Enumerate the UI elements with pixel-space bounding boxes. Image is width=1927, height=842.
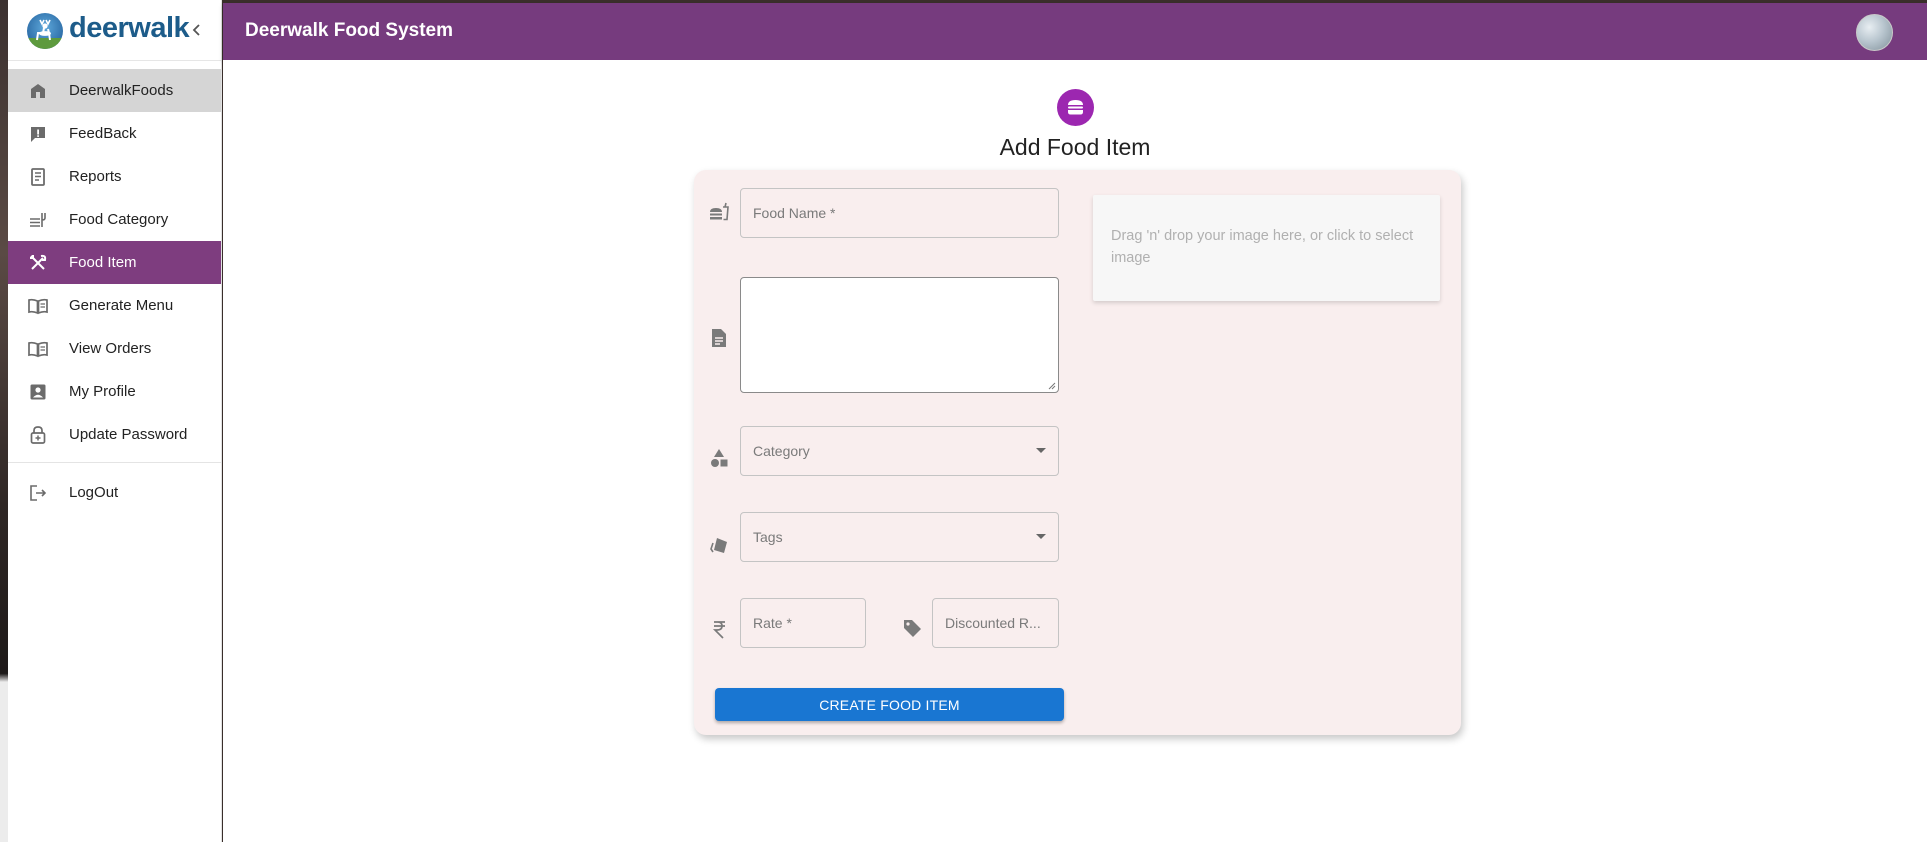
- sidebar-item-label: View Orders: [69, 340, 152, 357]
- sidebar-nav: DeerwalkFoods FeedBack Reports Food Cate…: [8, 61, 221, 514]
- tags-select[interactable]: Tags: [740, 512, 1059, 562]
- rate-placeholder: Rate *: [753, 615, 792, 631]
- image-dropzone[interactable]: Drag 'n' drop your image here, or click …: [1093, 195, 1440, 301]
- food-name-field[interactable]: Food Name *: [740, 188, 1059, 238]
- logo-bar: deerwalk: [8, 0, 221, 61]
- sidebar-item-view-orders[interactable]: View Orders: [8, 327, 221, 370]
- create-food-item-button[interactable]: CREATE FOOD ITEM: [715, 688, 1064, 721]
- sidebar-item-reports[interactable]: Reports: [8, 155, 221, 198]
- app-header: Deerwalk Food System: [223, 3, 1927, 60]
- page-title: Add Food Item: [999, 134, 1151, 160]
- food-name-placeholder: Food Name *: [753, 205, 836, 221]
- sidebar-item-label: FeedBack: [69, 125, 137, 142]
- sidebar-item-food-category[interactable]: Food Category: [8, 198, 221, 241]
- brand-logo-text: deerwalk: [69, 12, 190, 44]
- restaurant-icon: [30, 254, 47, 270]
- sidebar-item-label: Update Password: [69, 426, 188, 443]
- menu-book-icon: [28, 341, 48, 358]
- sidebar-item-my-profile[interactable]: My Profile: [8, 370, 221, 413]
- tags-placeholder: Tags: [753, 529, 783, 545]
- deer-logo-icon: [27, 13, 63, 49]
- discounted-rate-field[interactable]: Discounted R...: [932, 598, 1059, 648]
- sidebar-item-feedback[interactable]: FeedBack: [8, 112, 221, 155]
- user-avatar[interactable]: [1856, 14, 1893, 51]
- category-icon: [711, 449, 728, 467]
- rate-field[interactable]: Rate *: [740, 598, 866, 648]
- feedback-icon: [31, 127, 45, 142]
- burger-icon: [1057, 89, 1094, 126]
- dropzone-text: Drag 'n' drop your image here, or click …: [1111, 228, 1414, 266]
- discount-tag-icon: [904, 620, 921, 637]
- sidebar-item-label: DeerwalkFoods: [69, 82, 174, 99]
- fastfood-icon: [710, 202, 729, 221]
- menu-book-icon: [28, 298, 48, 315]
- category-placeholder: Category: [753, 443, 810, 459]
- food-bank-icon: [30, 213, 46, 227]
- sidebar: deerwalk DeerwalkFoods FeedBack Reports …: [8, 0, 222, 842]
- main-content: Add Food Item Food Name * Category Tags …: [223, 60, 1927, 842]
- sidebar-item-label: Food Item: [69, 254, 137, 271]
- app-title: Deerwalk Food System: [245, 20, 454, 41]
- sidebar-divider: [8, 462, 221, 463]
- collapse-sidebar-button[interactable]: [190, 20, 204, 40]
- rupee-icon: [712, 621, 725, 639]
- sidebar-item-update-password[interactable]: Update Password: [8, 413, 221, 456]
- dropdown-arrow-icon: [1036, 448, 1046, 453]
- resize-handle-icon[interactable]: [1048, 382, 1056, 390]
- discounted-rate-placeholder: Discounted R...: [945, 615, 1041, 631]
- logout-icon: [30, 485, 47, 501]
- category-select[interactable]: Category: [740, 426, 1059, 476]
- sidebar-item-label: Food Category: [69, 211, 169, 228]
- lock-icon: [30, 426, 46, 444]
- add-food-item-form: Food Name * Category Tags Rate * Discoun…: [694, 170, 1461, 735]
- sidebar-item-label: Generate Menu: [69, 297, 174, 314]
- receipt-icon: [31, 168, 45, 186]
- sidebar-item-food-item[interactable]: Food Item: [8, 241, 221, 284]
- account-box-icon: [30, 384, 46, 400]
- sidebar-item-label: My Profile: [69, 383, 136, 400]
- description-icon: [712, 329, 726, 347]
- store-icon: [31, 84, 45, 98]
- chevron-left-icon: [192, 24, 200, 36]
- sidebar-item-label: LogOut: [69, 484, 119, 501]
- desktop-background: [0, 0, 8, 842]
- dropdown-arrow-icon: [1036, 534, 1046, 539]
- description-textarea[interactable]: [740, 277, 1059, 393]
- tags-icon: [710, 538, 727, 553]
- sidebar-item-deerwalkfoods[interactable]: DeerwalkFoods: [8, 69, 221, 112]
- sidebar-item-logout[interactable]: LogOut: [8, 471, 221, 514]
- sidebar-item-generate-menu[interactable]: Generate Menu: [8, 284, 221, 327]
- sidebar-item-label: Reports: [69, 168, 122, 185]
